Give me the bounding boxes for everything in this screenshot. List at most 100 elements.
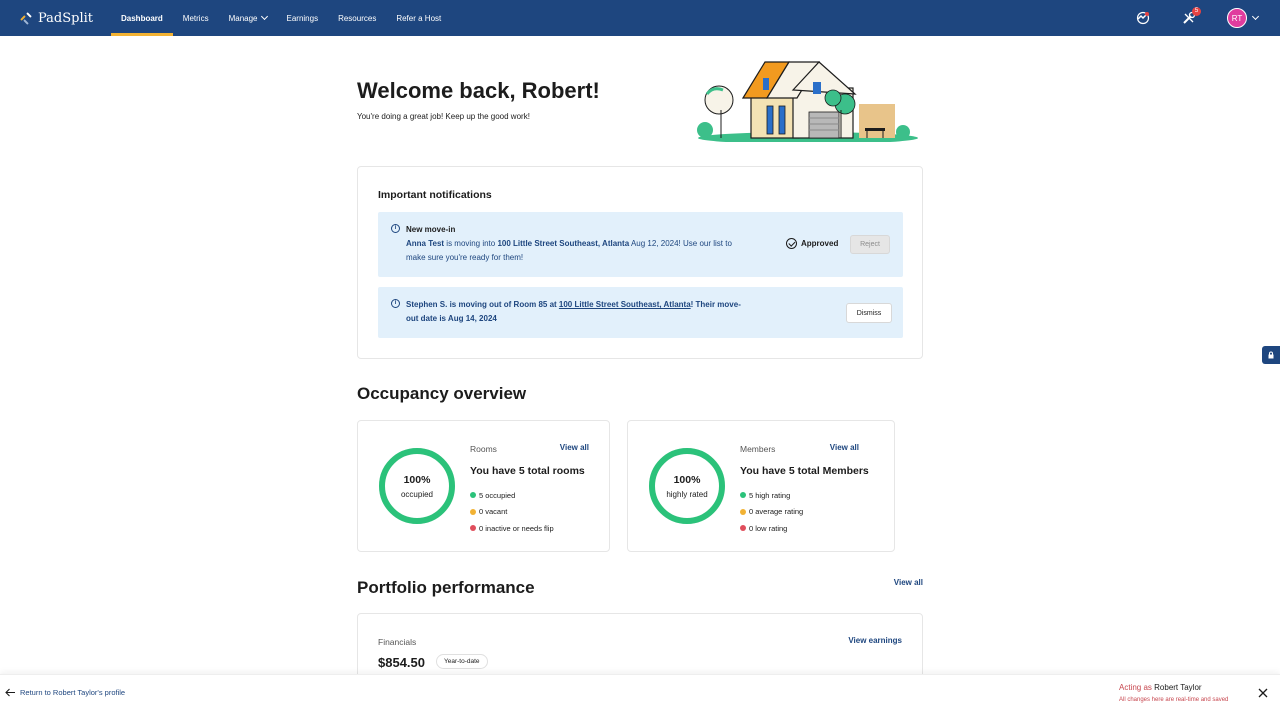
financials-amount: $854.50 <box>378 655 425 670</box>
support-icon[interactable] <box>1135 10 1151 26</box>
legend-dot <box>470 508 476 515</box>
legend-item: 0 low rating <box>740 520 803 537</box>
dismiss-button[interactable]: Dismiss <box>846 303 892 323</box>
padsplit-logo[interactable]: PadSplit <box>20 11 110 26</box>
members-card: 100% highly rated Members View all You h… <box>627 420 895 552</box>
members-view-all-link[interactable]: View all <box>830 443 859 452</box>
nav-resources[interactable]: Resources <box>328 0 386 36</box>
nav-manage-label: Manage <box>228 13 258 23</box>
notifications-title: Important notifications <box>378 189 492 201</box>
chevron-down-icon[interactable] <box>1251 12 1260 20</box>
financials-label: Financials <box>378 637 417 647</box>
nav-earnings-label: Earnings <box>286 13 319 23</box>
nav-dashboard-label: Dashboard <box>121 13 163 23</box>
legend-dot <box>740 508 746 515</box>
page-title: Welcome back, Robert! <box>357 78 600 103</box>
logo-mark-icon <box>20 11 34 25</box>
move-out-address-link[interactable]: 100 Little Street Southeast, Atlanta <box>559 300 691 309</box>
legend-item: 5 occupied <box>470 487 554 504</box>
nav-dashboard[interactable]: Dashboard <box>111 0 173 36</box>
members-label: Members <box>740 444 776 454</box>
legend-dot <box>470 492 476 499</box>
move-in-text-2: Aug 12, 2024! Use our list to <box>629 239 732 248</box>
top-navbar: PadSplit Dashboard Metrics Manage Earnin… <box>0 0 1280 36</box>
portfolio-view-all-link[interactable]: View all <box>894 578 923 587</box>
rooms-ring-text: 100% occupied <box>378 447 456 525</box>
legend-text: 0 inactive or needs flip <box>479 523 554 533</box>
legend-item: 0 vacant <box>470 504 554 521</box>
reject-button[interactable]: Reject <box>850 235 890 254</box>
rooms-percent: 100% <box>403 473 431 486</box>
acting-as-name: Robert Taylor <box>1154 683 1202 692</box>
avatar[interactable]: RT <box>1227 8 1247 28</box>
year-to-date-chip[interactable]: Year-to-date <box>436 654 488 669</box>
house-illustration <box>697 61 918 142</box>
members-percent: 100% <box>673 473 701 486</box>
members-ring-text: 100% highly rated <box>648 447 726 525</box>
move-out-text: Stephen S. is moving out of Room 85 at 1… <box>406 298 741 326</box>
move-in-member: Anna Test <box>406 239 445 248</box>
important-notifications-card: Important notifications i New move-in An… <box>357 166 923 359</box>
notification-badge: 5 <box>1192 7 1201 16</box>
members-legend: 5 high rating 0 average rating 0 low rat… <box>740 487 803 537</box>
move-out-text-3: out date is Aug 14, 2024 <box>406 314 497 323</box>
occupancy-title: Occupancy overview <box>357 384 527 403</box>
welcome-subtitle: You're doing a great job! Keep up the go… <box>357 112 530 121</box>
nav-manage[interactable]: Manage <box>219 0 277 36</box>
side-feedback-tab[interactable] <box>1262 346 1280 364</box>
nav-actions: 5 RT <box>1135 0 1280 36</box>
return-to-profile-link[interactable]: Return to Robert Taylor's profile <box>5 688 125 697</box>
legend-text: 5 occupied <box>479 490 516 500</box>
nav-metrics-label: Metrics <box>182 13 209 23</box>
portfolio-title: Portfolio performance <box>357 578 535 597</box>
move-in-text: New move-in Anna Test is moving into 100… <box>406 223 732 265</box>
nav-refer-label: Refer a Host <box>396 13 442 23</box>
info-icon: i <box>391 224 400 233</box>
move-out-line-1: Stephen S. is moving out of Room 85 at 1… <box>406 298 741 312</box>
nav-resources-label: Resources <box>338 13 377 23</box>
move-out-text-1: Stephen S. is moving out of Room 85 at <box>406 300 559 309</box>
legend-text: 0 vacant <box>479 507 508 517</box>
brand-name: PadSplit <box>38 10 94 26</box>
rooms-card: 100% occupied Rooms View all You have 5 … <box>357 420 610 552</box>
main-nav: Dashboard Metrics Manage Earnings Resour… <box>111 0 451 36</box>
rooms-percent-label: occupied <box>400 489 434 499</box>
nav-refer-a-host[interactable]: Refer a Host <box>386 0 451 36</box>
legend-text: 0 average rating <box>749 507 804 517</box>
close-icon[interactable] <box>1257 687 1269 699</box>
legend-text: 5 high rating <box>749 490 791 500</box>
legend-item: 5 high rating <box>740 487 803 504</box>
rooms-legend: 5 occupied 0 vacant 0 inactive or needs … <box>470 487 554 537</box>
move-in-title: New move-in <box>406 225 456 234</box>
info-icon: i <box>391 299 400 308</box>
move-in-line-1: Anna Test is moving into 100 Little Stre… <box>406 237 732 251</box>
acting-as: Acting as Robert Taylor <box>1119 683 1202 692</box>
rooms-label: Rooms <box>470 444 497 454</box>
move-in-address: 100 Little Street Southeast, Atlanta <box>497 239 630 248</box>
tools-icon[interactable]: 5 <box>1181 7 1201 26</box>
move-in-text-1: is moving into <box>444 239 498 248</box>
members-headline: You have 5 total Members <box>740 465 869 477</box>
return-label: Return to Robert Taylor's profile <box>20 688 126 697</box>
approved-status: Approved <box>786 238 838 249</box>
legend-item: 0 inactive or needs flip <box>470 520 554 537</box>
rooms-view-all-link[interactable]: View all <box>560 443 589 452</box>
legend-dot <box>740 492 746 499</box>
welcome-section: Welcome back, Robert! You're doing a gre… <box>357 78 600 121</box>
notice-move-out: i Stephen S. is moving out of Room 85 at… <box>378 287 903 338</box>
realtime-notice: All changes here are real-time and saved <box>1119 697 1229 703</box>
notice-move-in: i New move-in Anna Test is moving into 1… <box>378 212 903 277</box>
legend-item: 0 average rating <box>740 504 803 521</box>
chevron-down-icon <box>260 12 268 21</box>
acting-as-label: Acting as <box>1119 683 1152 692</box>
legend-text: 0 low rating <box>749 523 788 533</box>
move-in-text-3: make sure you're ready for them! <box>406 253 524 262</box>
check-circle-icon <box>786 238 797 249</box>
members-percent-label: highly rated <box>666 489 708 499</box>
arrow-left-icon <box>5 688 15 697</box>
view-earnings-link[interactable]: View earnings <box>848 636 902 645</box>
nav-earnings[interactable]: Earnings <box>277 0 329 36</box>
impersonation-bar: Return to Robert Taylor's profile Acting… <box>0 674 1280 710</box>
move-out-text-2: ! Their move- <box>690 300 741 309</box>
nav-metrics[interactable]: Metrics <box>173 0 219 36</box>
